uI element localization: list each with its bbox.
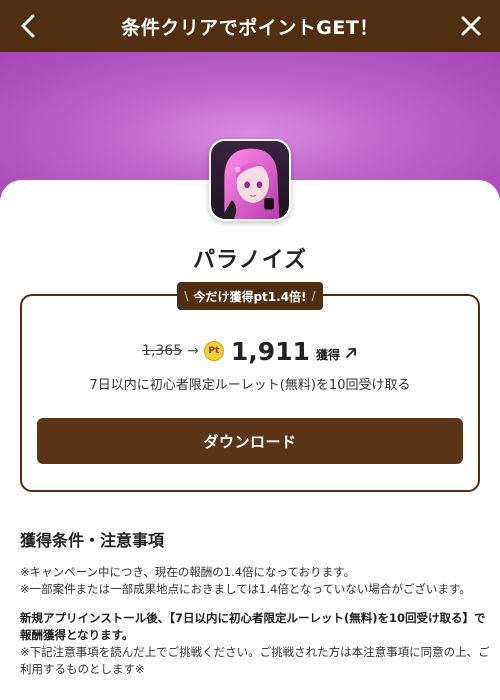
notes-body: ※キャンペーン中につき、現在の報酬の1.4倍になっております。 ※一部案件または… <box>20 564 490 678</box>
top-bar: 条件クリアでポイントGET！ <box>0 0 500 52</box>
page-title: 条件クリアでポイントGET！ <box>121 16 379 39</box>
app-name: パラノイズ <box>193 248 307 273</box>
bonus-badge: \ 今だけ獲得pt1.4倍! / <box>177 282 323 310</box>
notes-title: 獲得条件・注意事項 <box>20 531 165 550</box>
app-icon <box>209 139 291 221</box>
old-points: 1,365 <box>142 343 183 359</box>
back-chevron-icon[interactable] <box>16 12 42 40</box>
download-button[interactable]: ダウンロード <box>37 418 463 464</box>
new-points: 1,911 <box>230 336 310 366</box>
note-line-bold: 新規アプリインストール後、【7日以内に初心者限定ルーレット(無料)を10回受け取… <box>20 611 486 642</box>
arrow-up-right-icon <box>346 348 356 358</box>
arrow-right-icon: → <box>187 343 199 359</box>
offer-condition: 7日以内に初心者限定ルーレット(無料)を10回受け取る <box>89 378 411 393</box>
badge-left-mark: \ <box>184 289 189 303</box>
note-line: ※キャンペーン中につき、現在の報酬の1.4倍になっております。 <box>20 565 355 579</box>
note-line: ※一部案件または一部成果地点におきましては1.4倍となっていない場合がございます… <box>20 582 471 596</box>
badge-right-mark: / <box>311 289 316 303</box>
points-row: 1,365 → Pt 1,911 獲得 <box>0 336 500 366</box>
earn-label: 獲得 <box>315 347 340 362</box>
pt-coin-icon: Pt <box>203 341 224 361</box>
note-line: ※下記注意事項を読んだ上でご挑戦ください。ご挑戦された方は本注意事項に同意の上、… <box>20 645 490 676</box>
close-icon[interactable] <box>458 13 484 39</box>
badge-text: 今だけ獲得pt1.4倍! <box>193 289 307 304</box>
app-icon-artwork <box>211 141 289 219</box>
